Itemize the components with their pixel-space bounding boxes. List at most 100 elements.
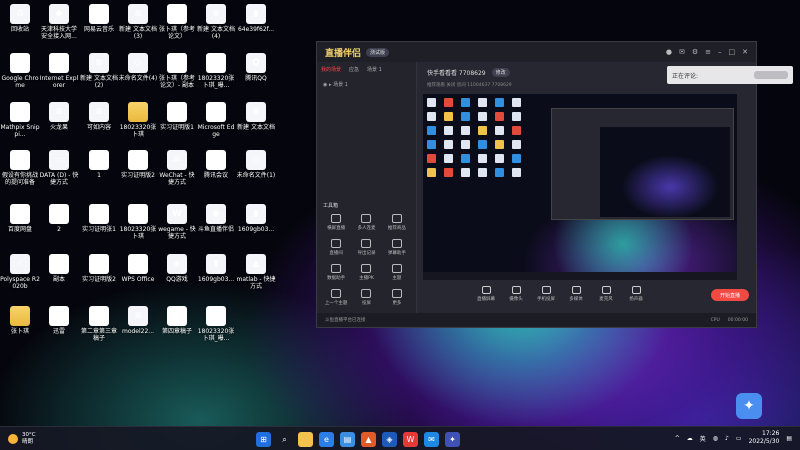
desktop-item[interactable]: P1 <box>79 150 119 179</box>
matlab-icon[interactable]: ▲ <box>361 432 376 447</box>
desktop-item[interactable]: W 实习证明版2 <box>118 150 158 179</box>
volume-icon[interactable]: ♪ <box>725 435 729 442</box>
desktop-item[interactable]: ▮ 1609gb03... <box>196 254 236 283</box>
desktop-item[interactable]: ≡ 火龙果 <box>39 102 79 131</box>
desktop-item[interactable]: M Mathpix Snippi... <box>0 102 40 138</box>
desktop-item[interactable]: ✉ WeChat - 快捷方式 <box>157 150 197 186</box>
desktop-item[interactable]: ◈ QQ游戏 <box>157 254 197 283</box>
desktop-item[interactable]: ≡ 新建 文本文档 (4) <box>196 4 236 40</box>
file-explorer-icon[interactable] <box>298 432 313 447</box>
edge-icon[interactable]: e <box>319 432 334 447</box>
menu-icon[interactable]: ≡ <box>705 48 711 56</box>
desktop-item[interactable]: W 张卜琪（参考论文）- 副本 <box>157 53 197 89</box>
tool-item[interactable]: 主播PK <box>351 264 381 281</box>
start-icon[interactable]: ⊞ <box>256 432 271 447</box>
desktop-item[interactable]: ▮ 64e39f62f... <box>236 4 276 33</box>
tool-item[interactable]: 更多 <box>382 289 412 306</box>
tool-item[interactable]: 投屏 <box>351 289 381 306</box>
clock[interactable]: 17:26 2022/5/30 <box>749 430 780 446</box>
desktop-item[interactable]: W 实习证明张1 <box>79 204 119 233</box>
tab-emergency[interactable]: 应急 <box>349 66 359 73</box>
desktop-item[interactable]: ≡ 可如内容 <box>79 102 119 131</box>
desktop-item[interactable]: ▮ 1609gb03... <box>236 204 276 233</box>
desktop-item[interactable]: 张卜琪 <box>0 306 40 335</box>
desktop-item[interactable]: P 18023320张卜琪 <box>118 204 158 240</box>
desktop-item[interactable]: ◇ 未命名文件(4) <box>118 53 158 82</box>
desktop-item[interactable]: ▲ matlab - 快捷方式 <box>236 254 276 290</box>
minimize-icon[interactable]: – <box>718 48 722 56</box>
desktop-item[interactable]: W 18023320张卜琪_曝... <box>196 306 236 342</box>
desktop-item[interactable]: W 张卜琪（参考论文） <box>157 4 197 40</box>
wps-icon[interactable]: W <box>403 432 418 447</box>
desktop-item[interactable]: 18023320张卜琪 <box>118 102 158 138</box>
desktop-item[interactable]: ≡ 新建 文本文档 <box>236 102 276 131</box>
source-control[interactable]: 扬声器 <box>627 286 645 302</box>
tool-item[interactable]: 直播间 <box>321 239 351 256</box>
tencent-meeting-icon[interactable]: ◈ <box>382 432 397 447</box>
desktop-item[interactable]: ▭ DATA (D) - 快捷方式 <box>39 150 79 186</box>
desktop-item[interactable]: Q 腾讯QQ <box>236 53 276 82</box>
maximize-icon[interactable]: □ <box>729 48 736 56</box>
tool-item[interactable]: 数据助手 <box>321 264 351 281</box>
desktop-item[interactable]: ◆ 天津科技大学安全接入网... <box>39 4 79 40</box>
battery-icon[interactable]: ▭ <box>736 435 742 442</box>
desktop-item[interactable]: P 18023320张卜琪_曝... <box>196 53 236 89</box>
stream-preview[interactable] <box>423 94 737 280</box>
settings-icon[interactable]: ⚙ <box>692 48 698 56</box>
source-control[interactable]: 麦克风 <box>597 286 615 302</box>
desktop-item[interactable]: ♪ 网易云音乐 <box>79 4 119 33</box>
tab-my-scenes[interactable]: 我的场景 <box>321 66 341 73</box>
tab-scene-1[interactable]: 场景 1 <box>367 66 382 73</box>
source-control[interactable]: 直播屏幕 <box>477 286 495 302</box>
desktop-item[interactable]: ◇ 未命名文件(1) <box>236 150 276 179</box>
mail-icon[interactable]: ✉ <box>679 48 685 56</box>
desktop-item[interactable]: ✓ Polyspace R2020b <box>0 254 40 290</box>
desktop-item[interactable]: ≡ 新建 文本文档 (2) <box>79 53 119 89</box>
desktop-item[interactable]: ≡ model22... <box>118 306 158 335</box>
scene-item[interactable]: ◉ ▸ 场景 1 <box>317 77 416 92</box>
tool-item[interactable]: 多人连麦 <box>351 214 381 231</box>
desktop-item[interactable]: ◉ 斗鱼直播伴侣 <box>196 204 236 233</box>
room-edit-tag[interactable]: 修改 <box>491 67 510 77</box>
input-language[interactable]: 英 <box>700 434 706 443</box>
desktop-item[interactable]: W 第四章稿子 <box>157 306 197 335</box>
cloud-icon[interactable]: ☁ <box>687 435 693 442</box>
notification-icon[interactable]: ▤ <box>786 435 792 442</box>
desktop-item[interactable]: ≡ 新建 文本文档 (3) <box>118 4 158 40</box>
tool-item[interactable]: 横屏直播 <box>321 214 351 231</box>
desktop-item[interactable]: ✦ 迅雷 <box>39 306 79 335</box>
avatar-icon[interactable]: ● <box>666 48 672 56</box>
desktop-item[interactable]: W 假设有你挑战的提问准备 <box>0 150 40 186</box>
desktop-item[interactable]: W 第二章第三章稿子 <box>79 306 119 342</box>
weather-widget[interactable]: 30°C 晴朗 <box>0 432 36 446</box>
desktop-item[interactable]: e Internet Explorer <box>39 53 79 89</box>
desktop-item[interactable]: ◈ 腾讯会议 <box>196 150 236 179</box>
network-icon[interactable]: ◍ <box>713 435 718 442</box>
desktop-item[interactable]: W 实习证明版1 <box>157 102 197 131</box>
tool-item[interactable]: 主题 <box>382 264 412 281</box>
desktop-item[interactable]: W WPS Office <box>118 254 158 283</box>
tool-item[interactable]: 推荐商品 <box>382 214 412 231</box>
start-live-button[interactable]: 开始直播 <box>711 289 749 301</box>
source-control[interactable]: 多媒体 <box>567 286 585 302</box>
desktop-item[interactable]: e Microsoft Edge <box>196 102 236 138</box>
store-icon[interactable]: ▤ <box>340 432 355 447</box>
desktop-item[interactable]: P2 <box>39 204 79 233</box>
source-control[interactable]: 摄像头 <box>507 286 525 302</box>
desktop-item[interactable]: ◉ Google Chrome <box>0 53 40 89</box>
close-icon[interactable]: ✕ <box>742 48 748 56</box>
chevron-up-icon[interactable]: ^ <box>675 435 680 442</box>
desktop-item[interactable]: W 副本 <box>39 254 79 283</box>
desktop-item[interactable]: Wwegame - 快捷方式 <box>157 204 197 240</box>
chat-icon[interactable]: ✉ <box>424 432 439 447</box>
floating-xunlei-icon[interactable]: ✦ <box>736 393 762 419</box>
desktop-item[interactable]: ♻ 回收站 <box>0 4 40 33</box>
tool-item[interactable]: 弹幕助手 <box>382 239 412 256</box>
search-icon[interactable]: ⌕ <box>277 432 292 447</box>
source-control[interactable]: 手机投屏 <box>537 286 555 302</box>
tool-item[interactable]: 上一个主题 <box>321 289 351 306</box>
tool-item[interactable]: 导出记录 <box>351 239 381 256</box>
desktop-item[interactable]: W 实习证明版2 <box>79 254 119 283</box>
xunlei-icon[interactable]: ✦ <box>445 432 460 447</box>
desktop-item[interactable]: ☁ 百度网盘 <box>0 204 40 233</box>
